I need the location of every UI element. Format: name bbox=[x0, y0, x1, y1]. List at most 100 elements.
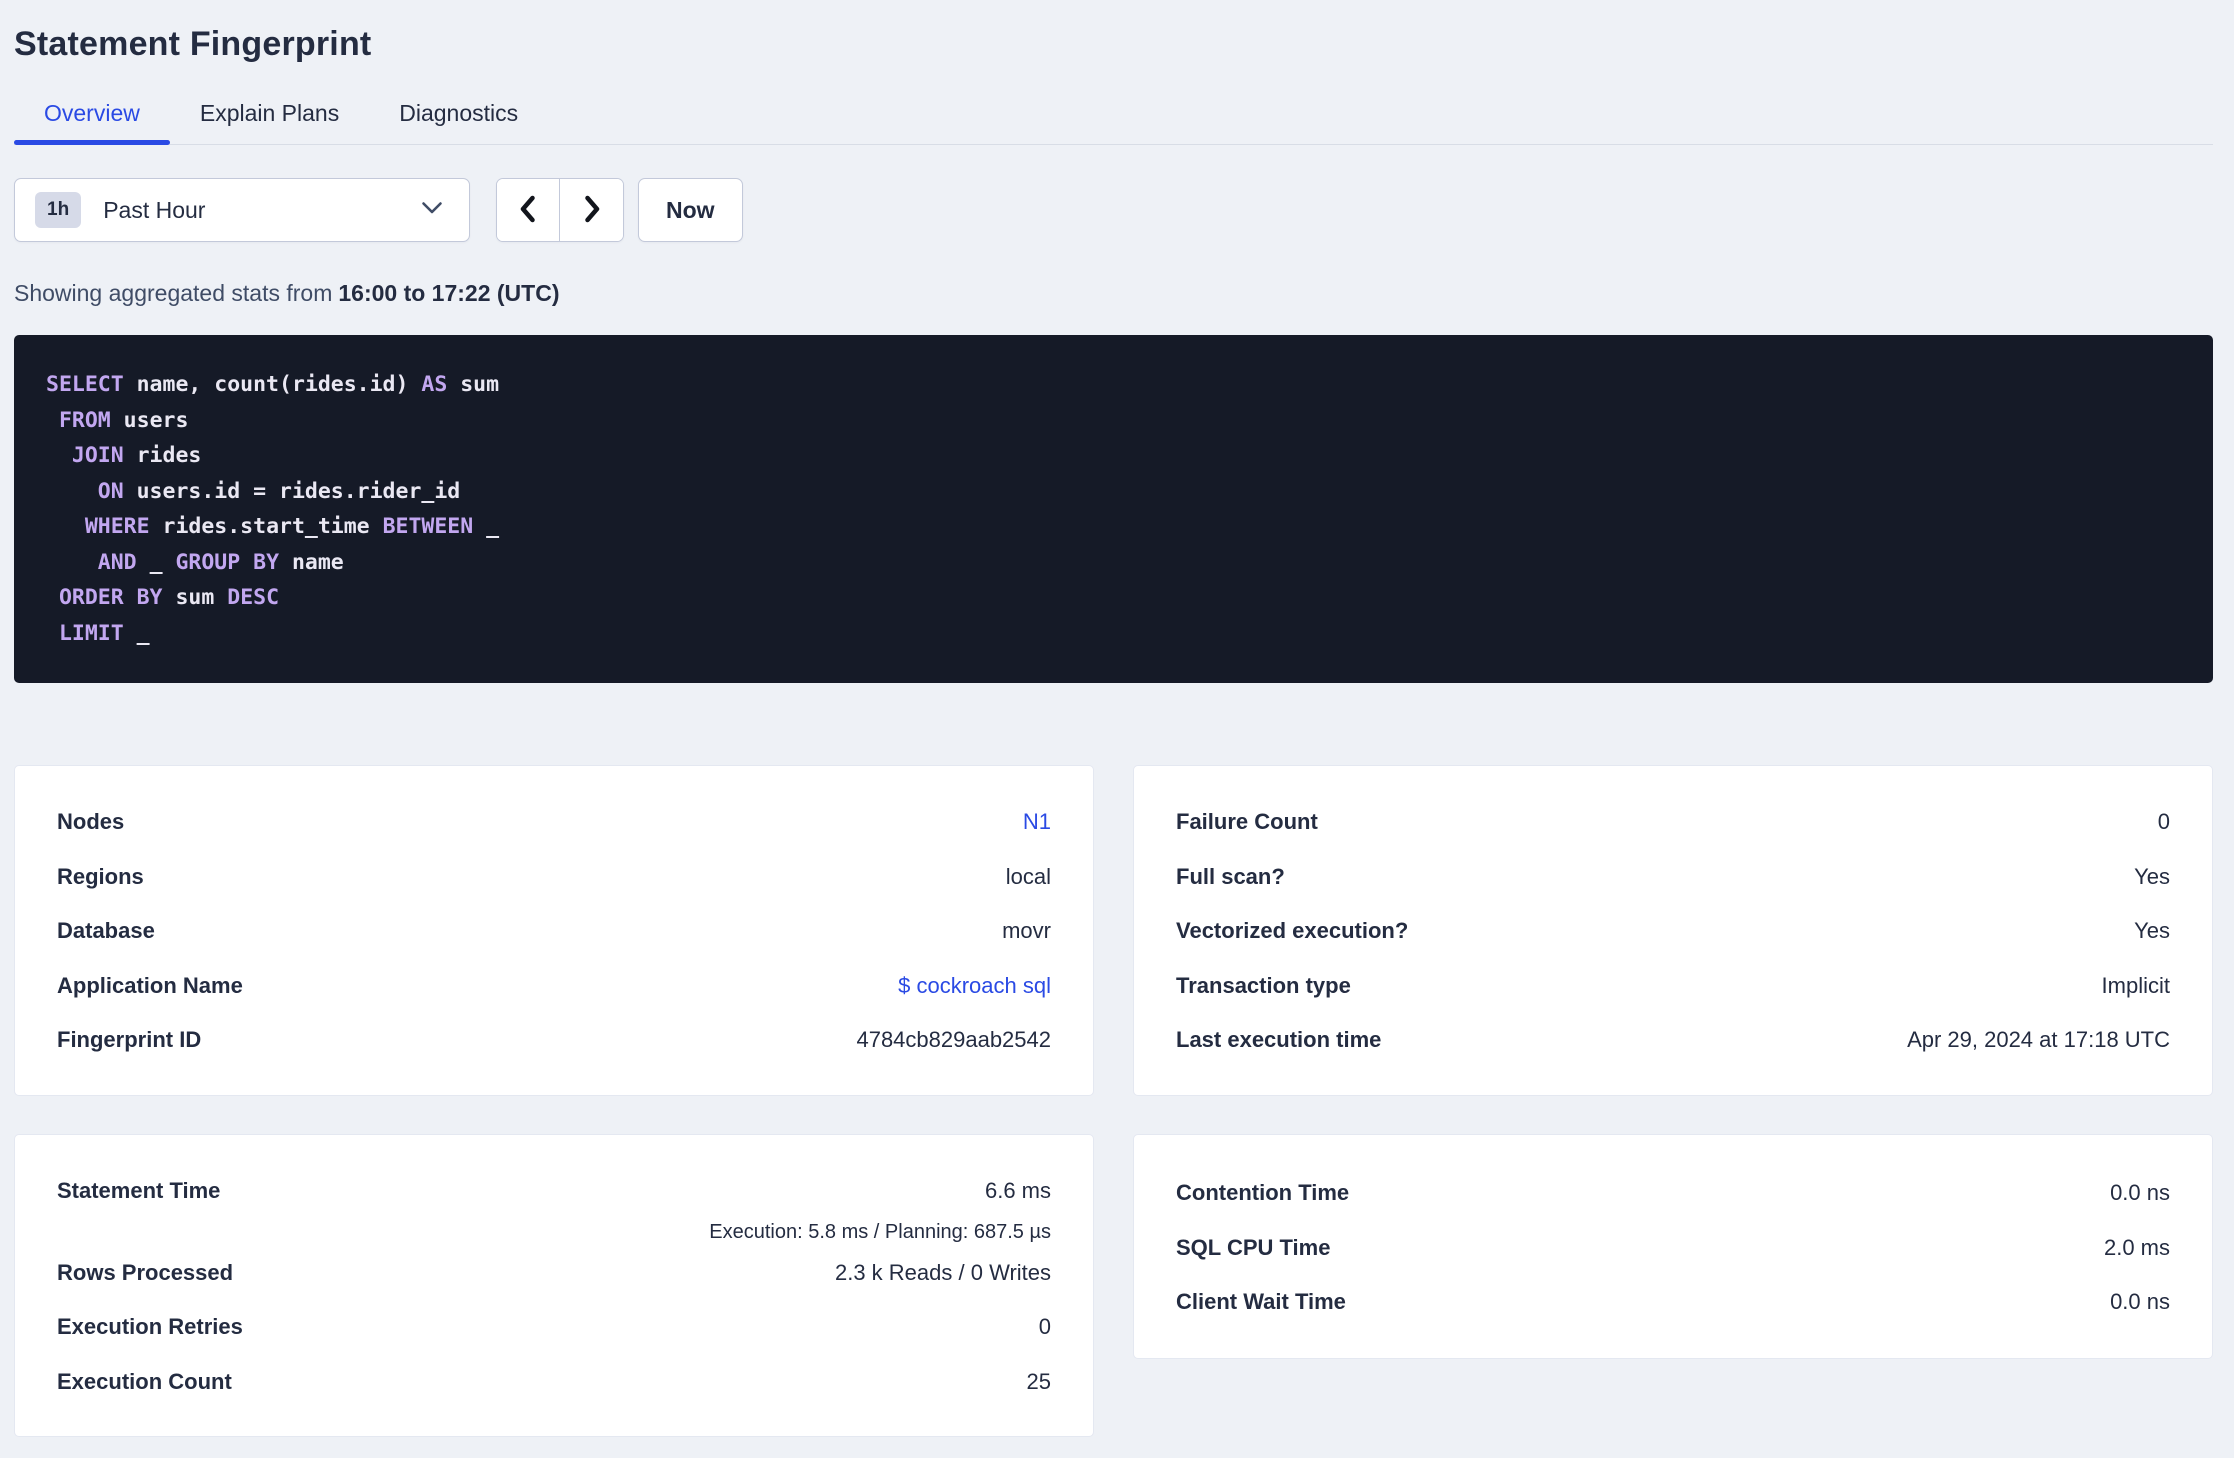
info-label: Failure Count bbox=[1176, 809, 1318, 835]
sql-line: SELECT name, count(rides.id) AS sum bbox=[46, 367, 2181, 403]
info-label: SQL CPU Time bbox=[1176, 1234, 1331, 1260]
vectorized-execution-value: Yes bbox=[2134, 918, 2170, 944]
execution-attributes-card: Failure Count 0 Full scan? Yes Vectorize… bbox=[1133, 765, 2213, 1096]
aggregated-stats-summary: Showing aggregated stats from 16:00 to 17… bbox=[14, 280, 2213, 307]
info-row: Regions local bbox=[57, 850, 1051, 905]
nodes-link[interactable]: N1 bbox=[1023, 809, 1051, 835]
tab-explain-plans[interactable]: Explain Plans bbox=[170, 100, 369, 144]
tab-explain-plans-label: Explain Plans bbox=[199, 100, 340, 126]
info-row: SQL CPU Time 2.0 ms bbox=[1176, 1221, 2170, 1276]
sql-cpu-time-value: 2.0 ms bbox=[2103, 1234, 2170, 1260]
stats-prefix: Showing aggregated stats from bbox=[14, 280, 333, 306]
tab-overview-label: Overview bbox=[44, 100, 140, 126]
fingerprint-id-value: 4784cb829aab2542 bbox=[856, 1027, 1051, 1053]
sql-keyword: SELECT bbox=[46, 372, 124, 397]
sql-line: WHERE rides.start_time BETWEEN _ bbox=[46, 509, 2181, 545]
sql-keyword: LIMIT bbox=[58, 620, 124, 646]
chevron-right-icon bbox=[580, 193, 604, 228]
info-label: Application Name bbox=[57, 972, 243, 998]
time-controls: 1h Past Hour Now bbox=[14, 178, 2213, 242]
info-row: Rows Processed 2.3 k Reads / 0 Writes bbox=[57, 1246, 1051, 1301]
sql-keyword: WHERE bbox=[84, 514, 150, 539]
sql-keyword: AS bbox=[421, 372, 448, 397]
sql-keyword: AND bbox=[97, 549, 137, 575]
time-range-pager bbox=[496, 178, 624, 242]
previous-range-button[interactable] bbox=[497, 179, 560, 241]
sql-keyword: GROUP BY bbox=[175, 549, 280, 575]
sql-text: users.id = rides.rider_id bbox=[123, 478, 461, 504]
rows-processed-value: 2.3 k Reads / 0 Writes bbox=[834, 1259, 1051, 1285]
tab-diagnostics-label: Diagnostics bbox=[399, 100, 519, 126]
timing-cards-row: Statement Time 6.6 ms Execution: 5.8 ms … bbox=[14, 1134, 2213, 1437]
info-row: Full scan? Yes bbox=[1176, 850, 2170, 905]
time-range-selected: Past Hour bbox=[103, 196, 206, 223]
time-range-dropdown[interactable]: 1h Past Hour bbox=[14, 178, 470, 242]
info-label: Client Wait Time bbox=[1176, 1289, 1346, 1315]
info-label: Nodes bbox=[57, 809, 125, 835]
sql-line: ORDER BY sum DESC bbox=[46, 580, 2181, 616]
info-label: Fingerprint ID bbox=[57, 1027, 202, 1053]
chevron-down-icon bbox=[421, 201, 443, 220]
chevron-left-icon bbox=[516, 193, 540, 228]
info-row: Database movr bbox=[57, 904, 1051, 959]
info-row: Nodes N1 bbox=[57, 795, 1051, 850]
info-label: Contention Time bbox=[1176, 1180, 1350, 1206]
info-label: Rows Processed bbox=[57, 1259, 234, 1285]
regions-value: local bbox=[1005, 863, 1051, 889]
sql-line: FROM users bbox=[46, 403, 2181, 439]
failure-count-value: 0 bbox=[2157, 809, 2170, 835]
statement-times-card: Statement Time 6.6 ms Execution: 5.8 ms … bbox=[14, 1134, 1094, 1437]
statement-fingerprint-page: Statement Fingerprint Overview Explain P… bbox=[14, 0, 2213, 1437]
sql-text: _ bbox=[473, 514, 500, 539]
info-label: Regions bbox=[57, 863, 144, 889]
sql-line: ON users.id = rides.rider_id bbox=[46, 474, 2181, 510]
application-name-link[interactable]: $ cockroach sql bbox=[898, 973, 1051, 999]
page-title: Statement Fingerprint bbox=[14, 25, 372, 63]
info-row: Application Name $ cockroach sql bbox=[57, 959, 1051, 1014]
sql-text: users bbox=[110, 407, 189, 433]
sql-text: rides.start_time bbox=[149, 514, 383, 539]
info-row: Vectorized execution? Yes bbox=[1176, 904, 2170, 959]
sql-text: _ bbox=[136, 549, 176, 575]
now-button[interactable]: Now bbox=[638, 178, 743, 242]
sql-keyword: ON bbox=[97, 478, 124, 504]
execution-retries-value: 0 bbox=[1038, 1314, 1051, 1340]
sql-text: sum bbox=[447, 372, 500, 397]
tab-overview[interactable]: Overview bbox=[14, 100, 170, 145]
info-label: Last execution time bbox=[1176, 1027, 1382, 1053]
info-row: Contention Time 0.0 ns bbox=[1176, 1166, 2170, 1221]
sql-keyword: DESC bbox=[227, 585, 280, 610]
sql-line: LIMIT _ bbox=[46, 616, 2181, 652]
time-range-badge: 1h bbox=[35, 192, 82, 228]
next-range-button[interactable] bbox=[560, 179, 623, 241]
sql-text: name, count(rides.id) bbox=[123, 372, 422, 397]
info-label: Transaction type bbox=[1176, 972, 1351, 998]
sql-keyword: FROM bbox=[58, 407, 111, 433]
sql-text: sum bbox=[162, 585, 228, 610]
stats-range: 16:00 to 17:22 (UTC) bbox=[338, 280, 560, 306]
contention-time-value: 0.0 ns bbox=[2110, 1180, 2170, 1206]
info-label: Execution Count bbox=[57, 1368, 232, 1394]
info-label: Full scan? bbox=[1176, 863, 1285, 889]
sql-line: AND _ GROUP BY name bbox=[46, 545, 2181, 581]
client-wait-time-value: 0.0 ns bbox=[2110, 1289, 2170, 1315]
info-label: Execution Retries bbox=[57, 1314, 243, 1340]
info-row: Failure Count 0 bbox=[1176, 795, 2170, 850]
full-scan-value: Yes bbox=[2134, 863, 2170, 889]
info-label: Database bbox=[57, 918, 155, 944]
sql-text: name bbox=[279, 549, 344, 575]
tab-diagnostics[interactable]: Diagnostics bbox=[369, 100, 548, 144]
database-value: movr bbox=[1002, 918, 1051, 944]
statement-time-breakdown: Execution: 5.8 ms / Planning: 687.5 µs bbox=[709, 1220, 1051, 1243]
sql-keyword: BETWEEN bbox=[382, 514, 474, 539]
info-row: Fingerprint ID 4784cb829aab2542 bbox=[57, 1013, 1051, 1068]
execution-count-value: 25 bbox=[1026, 1368, 1051, 1394]
info-label: Statement Time bbox=[57, 1178, 221, 1204]
tab-bar: Overview Explain Plans Diagnostics bbox=[14, 100, 2213, 145]
